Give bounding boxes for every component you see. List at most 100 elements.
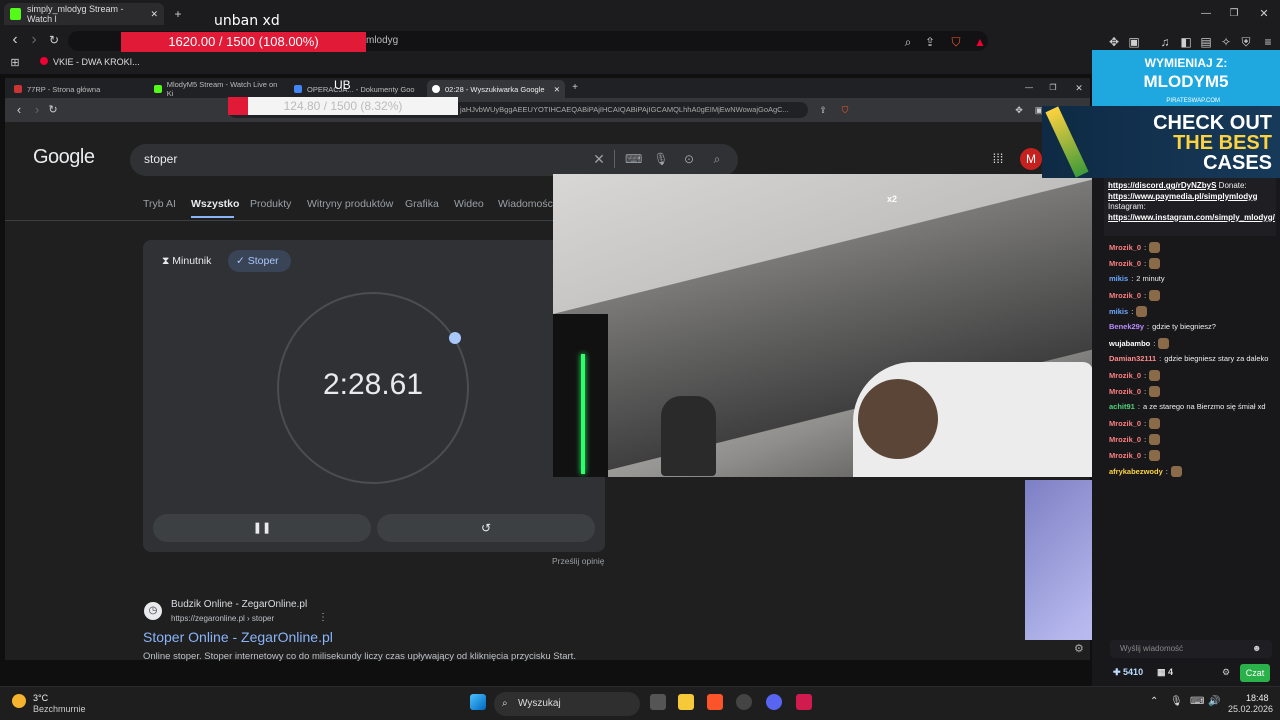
chat-username[interactable]: Mrozik_0 — [1109, 259, 1141, 268]
apps-grid-icon[interactable]: ⁞⁞⁞ — [990, 151, 1006, 167]
wallet2-icon[interactable]: ▤ — [1198, 34, 1214, 50]
reload-icon[interactable]: ↻ — [45, 102, 61, 118]
brave-shield-icon[interactable]: ⛉ — [948, 34, 964, 50]
minimize-icon[interactable]: — — [1198, 6, 1214, 22]
google-logo[interactable]: Google — [33, 146, 95, 169]
chat-username[interactable]: mikis — [1109, 274, 1128, 283]
mic-icon[interactable]: 🎙 — [653, 151, 669, 167]
file-explorer-icon[interactable] — [678, 694, 694, 710]
stopwatch-tab[interactable]: ✓ Stoper — [228, 250, 291, 272]
close-icon[interactable]: ✕ — [554, 85, 560, 94]
weather-temp[interactable]: 3°C — [33, 693, 48, 703]
more-options-icon[interactable]: ⋮ — [318, 612, 328, 623]
chat-username[interactable]: Mrozik_0 — [1109, 371, 1141, 380]
chat-username[interactable]: Mrozik_0 — [1109, 387, 1141, 396]
discord-link[interactable]: https://discord.gg/rDyNZbyS — [1108, 181, 1216, 190]
vpn-icon[interactable]: ⛨ — [1238, 34, 1254, 50]
clock-time[interactable]: 18:48 — [1246, 693, 1269, 703]
chat-settings-icon[interactable]: ⚙ — [1222, 667, 1230, 678]
settings-icon[interactable]: ⚙ — [1074, 642, 1084, 655]
extensions-icon[interactable]: ✥ — [1106, 34, 1122, 50]
music-icon[interactable]: ♫ — [1157, 34, 1173, 50]
avatar[interactable]: M — [1020, 148, 1042, 170]
emote-picker-icon[interactable]: ☻ — [1252, 643, 1261, 653]
result-title-link[interactable]: Stoper Online - ZegarOnline.pl — [143, 629, 333, 645]
apps-icon[interactable]: ⊞ — [7, 55, 23, 71]
back-icon[interactable]: ‹ — [7, 32, 23, 48]
tab-ai[interactable]: Tryb AI — [143, 198, 176, 210]
chat-username[interactable]: Mrozik_0 — [1109, 419, 1141, 428]
brave-shield-icon[interactable]: ⛉ — [837, 102, 853, 118]
network-icon[interactable]: ⌨ — [1190, 696, 1204, 707]
chat-username[interactable]: Mrozik_0 — [1109, 291, 1141, 300]
instagram-link[interactable]: https://www.instagram.com/simply_mlodyg/ — [1108, 213, 1275, 222]
volume-icon[interactable]: 🔊 — [1208, 696, 1220, 707]
tab-product-sites[interactable]: Witryny produktów — [307, 198, 393, 210]
lens-icon[interactable]: ⊙ — [681, 151, 697, 167]
inner-tab-docs[interactable]: OPERACJA... - Dokumenty Goo — [289, 80, 425, 98]
pause-button[interactable]: ❚❚ — [153, 514, 371, 542]
inner-tab-77rp[interactable]: 77RP - Strona główna — [9, 80, 147, 98]
chat-username[interactable]: mikis — [1109, 307, 1128, 316]
feedback-link[interactable]: Prześlij opinię — [552, 556, 604, 566]
forward-icon[interactable]: › — [26, 32, 42, 48]
new-tab-icon[interactable]: + — [170, 6, 186, 22]
chat-username[interactable]: Mrozik_0 — [1109, 243, 1141, 252]
share-icon[interactable]: ⇪ — [922, 34, 938, 50]
discord-icon[interactable] — [766, 694, 782, 710]
ai-icon[interactable]: ✧ — [1218, 34, 1234, 50]
tab-images[interactable]: Grafika — [405, 198, 439, 210]
keyboard-icon[interactable]: ⌨ — [625, 151, 642, 167]
reset-button[interactable]: ↺ — [377, 514, 595, 542]
timer-tab[interactable]: ⧗ Minutnik — [156, 250, 222, 272]
chat-username[interactable]: wujabambo — [1109, 339, 1150, 348]
brave-icon[interactable] — [707, 694, 723, 710]
search-icon[interactable]: ⌕ — [709, 151, 725, 167]
forward-icon[interactable]: › — [29, 102, 45, 118]
inner-tab-kick[interactable]: MlodyM5 Stream - Watch Live on Ki — [149, 80, 287, 98]
weather-moon-icon[interactable] — [12, 694, 26, 708]
donate-link[interactable]: https://www.paymedia.pl/simplymlodyg — [1108, 192, 1258, 201]
gift-count[interactable]: ▦ 4 — [1157, 667, 1173, 678]
clock-date[interactable]: 25.02.2026 — [1228, 704, 1273, 714]
start-icon[interactable] — [470, 694, 486, 710]
reload-icon[interactable]: ↻ — [46, 32, 62, 48]
tab-stream[interactable]: simply_mlodyg Stream - Watch l ✕ — [4, 3, 164, 25]
chat-username[interactable]: Mrozik_0 — [1109, 451, 1141, 460]
tab-all[interactable]: Wszystko — [191, 198, 239, 210]
back-icon[interactable]: ‹ — [11, 102, 27, 118]
minimize-icon[interactable]: — — [1021, 80, 1037, 96]
taskbar-search[interactable]: ⌕ Wyszukaj — [494, 692, 640, 716]
search-input[interactable]: stoper — [144, 152, 177, 166]
tray-chevron-icon[interactable]: ⌃ — [1150, 696, 1158, 707]
menu-icon[interactable]: ≡ — [1260, 34, 1276, 50]
window-close-icon[interactable]: ✕ — [1071, 80, 1087, 96]
maximize-icon[interactable]: ❐ — [1226, 6, 1242, 22]
bookmark-item[interactable]: VKIE - DWA KROKI... — [53, 57, 140, 67]
chat-username[interactable]: Mrozik_0 — [1109, 435, 1141, 444]
extensions-icon[interactable]: ✥ — [1011, 102, 1027, 118]
task-view-icon[interactable] — [650, 694, 666, 710]
chat-username[interactable]: Damian32111 — [1109, 354, 1156, 363]
share-icon[interactable]: ⇪ — [815, 102, 831, 118]
tab-products[interactable]: Produkty — [250, 198, 291, 210]
weather-desc[interactable]: Bezchmurnie — [33, 704, 86, 714]
channel-points[interactable]: ✚ 5410 — [1113, 667, 1143, 678]
close-icon[interactable]: ✕ — [150, 9, 158, 20]
zoom-icon[interactable]: ⌕ — [900, 34, 916, 50]
tab-videos[interactable]: Wideo — [454, 198, 484, 210]
chat-input[interactable]: Wyślij wiadomość — [1110, 640, 1272, 658]
mic-tray-icon[interactable]: 🎙 — [1170, 696, 1183, 707]
clear-icon[interactable]: ✕ — [591, 151, 607, 167]
search-box[interactable] — [130, 144, 738, 176]
chat-username[interactable]: afrykabezwody — [1109, 467, 1163, 476]
maximize-icon[interactable]: ❐ — [1045, 80, 1061, 96]
sidebar-icon[interactable]: ◧ — [1178, 34, 1194, 50]
wallet-icon[interactable]: ▣ — [1126, 34, 1142, 50]
brave-rewards-icon[interactable]: ▲ — [972, 34, 988, 50]
result-url[interactable]: https://zegaronline.pl › stoper — [171, 614, 274, 623]
window-close-icon[interactable]: ✕ — [1256, 6, 1272, 22]
steam-icon[interactable] — [736, 694, 752, 710]
tab-news[interactable]: Wiadomości — [498, 198, 555, 210]
inner-tab-google[interactable]: 02:28 - Wyszukiwarka Google ✕ — [427, 80, 565, 98]
